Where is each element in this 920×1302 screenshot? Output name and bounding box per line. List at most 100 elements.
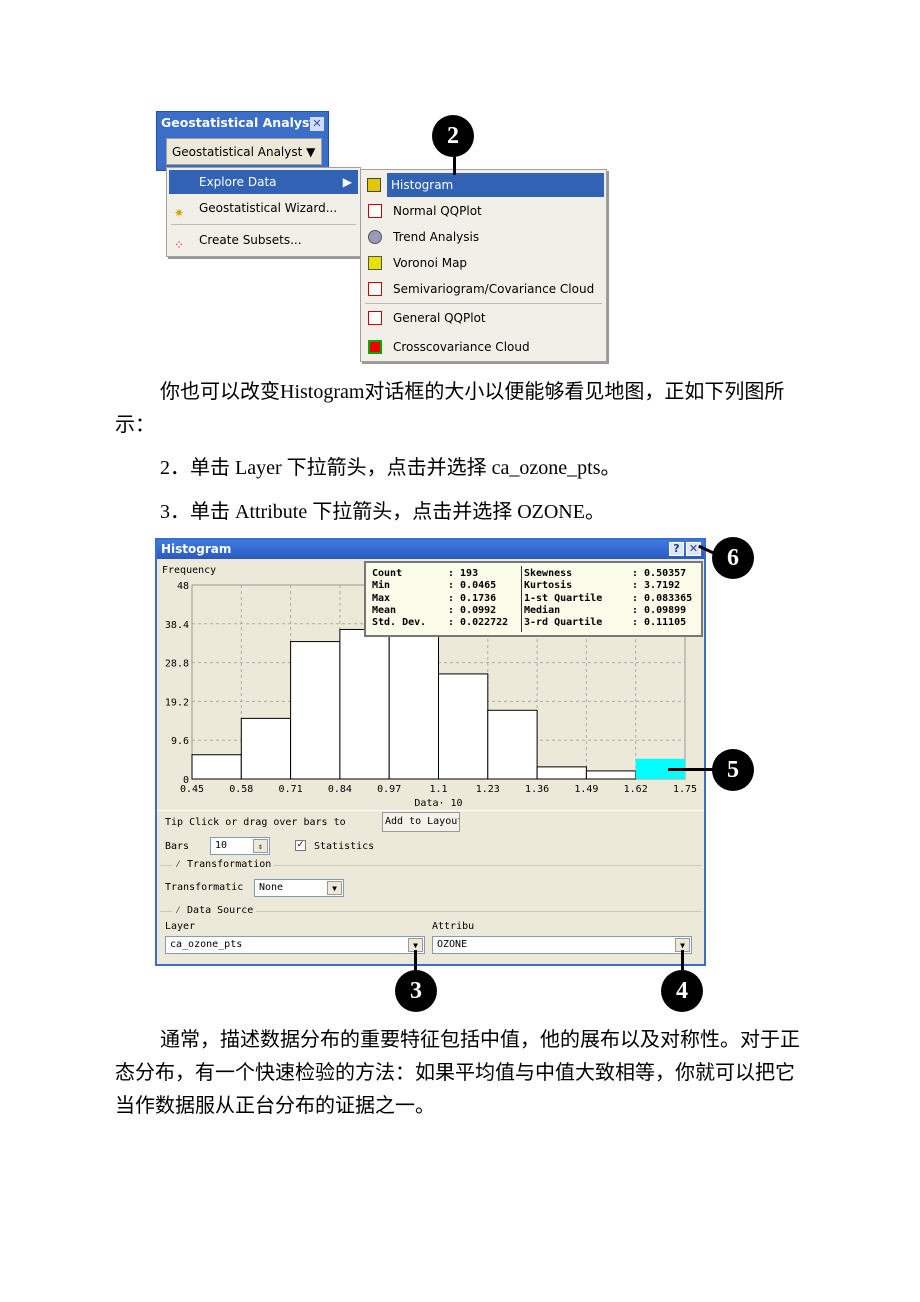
- analyst-menu: Explore Data ▶ ✷ Geostatistical Wizard... …: [166, 167, 361, 257]
- histogram-dialog: Histogram ? ✕ Frequency 0 9.6 19.2 28.8 38.4…: [155, 538, 706, 966]
- statistics-checkbox[interactable]: ✓: [295, 840, 306, 851]
- crosscovariance-icon: [368, 340, 382, 354]
- dropdown-label: Geostatistical Analyst: [172, 145, 303, 159]
- transformation-group-label: ⁄ Transformation: [172, 859, 275, 871]
- menu-separator: [365, 303, 602, 304]
- x-tick-label: 1.1: [429, 784, 447, 795]
- submenu-item-histogram[interactable]: Histogram: [387, 173, 604, 197]
- y-tick-label: 9.6: [171, 736, 189, 747]
- histogram-bar[interactable]: [240, 717, 292, 780]
- data-source-group-label: ⁄ Data Source: [172, 905, 257, 917]
- paragraph-1: 你也可以改变Histogram对话框的大小以便能够看见地图，正如下列图所示：: [115, 381, 785, 436]
- explore-data-submenu: Histogram Normal QQPlot Trend Analysis V…: [360, 169, 607, 362]
- bars-value: 10: [215, 840, 228, 851]
- wizard-icon: ✷: [174, 206, 185, 220]
- stat-value: : 0.09899: [632, 604, 687, 616]
- geostatistical-analyst-dropdown[interactable]: Geostatistical Analyst ▼: [166, 138, 322, 165]
- submenu-item-trend-analysis[interactable]: Trend Analysis: [363, 225, 604, 249]
- submenu-item-semivariogram[interactable]: Semivariogram/Covariance Cloud: [363, 277, 604, 301]
- stat-row: Min: 0.0465: [372, 580, 508, 592]
- stat-value: : 193: [448, 568, 479, 579]
- layer-select[interactable]: ca_ozone_pts ▼: [165, 936, 425, 954]
- submenu-item-label: Trend Analysis: [393, 230, 480, 244]
- submenu-item-label: Crosscovariance Cloud: [393, 340, 530, 354]
- callout-3: 3: [395, 970, 437, 1012]
- histogram-bar[interactable]: [339, 628, 390, 780]
- menu-item-explore-data[interactable]: Explore Data ▶: [169, 170, 358, 194]
- close-icon[interactable]: ✕: [310, 117, 324, 131]
- stat-label: Count: [372, 568, 403, 579]
- attribute-select[interactable]: OZONE ▼: [432, 936, 692, 954]
- submenu-item-normal-qqplot[interactable]: Normal QQPlot: [363, 199, 604, 223]
- stat-row: 1-st Quartile: 0.083365: [524, 593, 692, 605]
- statistics-label: Statistics: [314, 841, 375, 852]
- menu-item-geostatistical-wizard[interactable]: ✷ Geostatistical Wizard...: [169, 196, 358, 220]
- stat-value: : 0.0992: [448, 604, 497, 616]
- stat-row: Median : 0.09899: [524, 605, 692, 617]
- toolbar-title: Geostatistical Analyst: [161, 115, 316, 130]
- dialog-title: Histogram: [157, 540, 704, 559]
- callout-2: 2: [432, 115, 474, 157]
- stat-row: 3-rd Quartile : 0.11105: [524, 617, 692, 629]
- statistics-divider: [521, 566, 522, 632]
- stat-row: Max: 0.1736: [372, 593, 508, 605]
- subsets-icon: ⁘: [174, 238, 185, 252]
- semivariogram-icon: [368, 282, 382, 296]
- stat-label: Median: [524, 604, 561, 616]
- x-tick-label: 0.84: [328, 784, 352, 795]
- stat-row: Std. Dev.: 0.022722: [372, 617, 508, 629]
- statistics-right-column: Skewness : 0.50357 Kurtosis: 3.7192 1-st Qu…: [524, 568, 692, 629]
- stat-label: Min: [372, 580, 391, 592]
- bars-stepper[interactable]: 10 ⇕: [210, 837, 270, 855]
- menu-item-create-subsets[interactable]: ⁘ Create Subsets...: [169, 228, 358, 252]
- stat-label: 1-st Quartile: [524, 592, 603, 604]
- x-tick-label: 1.36: [525, 784, 549, 795]
- geostatistical-analyst-toolbar: Geostatistical Analyst ✕ Geostatistical …: [156, 111, 329, 171]
- histogram-bar[interactable]: [438, 673, 489, 780]
- stat-value: : 0.50357: [632, 568, 687, 579]
- x-tick-label: 0.45: [180, 784, 204, 795]
- callout-6: 6: [712, 537, 754, 579]
- trend-icon: [368, 230, 382, 244]
- stat-label: Kurtosis: [524, 580, 573, 592]
- submenu-item-crosscovariance-cloud[interactable]: Crosscovariance Cloud: [363, 335, 604, 359]
- caret-down-icon: ▼: [306, 145, 316, 159]
- x-tick-label: 0.97: [377, 784, 401, 795]
- stat-label: 3-rd Quartile: [524, 617, 603, 629]
- x-tick-label: 1.49: [574, 784, 598, 795]
- x-axis-label: Data· 10: [414, 798, 462, 809]
- divider: [157, 810, 704, 811]
- submenu-item-label: General QQPlot: [393, 311, 486, 325]
- histogram-bar[interactable]: [290, 641, 341, 780]
- select-value: ca_ozone_pts: [170, 939, 243, 950]
- add-to-layout-button[interactable]: Add to Layout: [382, 812, 460, 832]
- select-value: OZONE: [437, 939, 468, 950]
- stat-row: Count : 193: [372, 568, 508, 580]
- transformation-select[interactable]: None ▼: [254, 879, 344, 897]
- spin-arrows-icon[interactable]: ⇕: [253, 839, 268, 853]
- submenu-item-label: Histogram: [391, 178, 454, 192]
- menu-item-label: Geostatistical Wizard...: [199, 201, 338, 215]
- help-button[interactable]: ?: [669, 542, 684, 556]
- chevron-down-icon[interactable]: ▼: [327, 881, 342, 895]
- submenu-item-label: Voronoi Map: [393, 256, 468, 270]
- stat-label: Std. Dev.: [372, 617, 427, 629]
- y-tick-label: 19.2: [165, 697, 189, 708]
- histogram-icon: [367, 178, 381, 192]
- paragraph-2: 2．单击 Layer 下拉箭头，点击并选择 ca_ozone_pts。: [160, 457, 621, 479]
- stat-value: : 0.11105: [632, 617, 687, 629]
- callout-leader-line: [668, 768, 716, 771]
- histogram-bar[interactable]: [191, 754, 242, 780]
- x-tick-label: 0.58: [229, 784, 253, 795]
- voronoi-icon: [368, 256, 382, 270]
- histogram-bar[interactable]: [585, 770, 637, 780]
- histogram-bar[interactable]: [487, 709, 538, 780]
- submenu-item-voronoi-map[interactable]: Voronoi Map: [363, 251, 604, 275]
- callout-4: 4: [661, 970, 703, 1012]
- histogram-bar[interactable]: [536, 766, 587, 780]
- chevron-right-icon: ▶: [342, 175, 352, 189]
- stat-row: Kurtosis: 3.7192: [524, 580, 692, 592]
- stat-label: Skewness: [524, 568, 573, 579]
- stat-label: Max: [372, 592, 391, 604]
- submenu-item-general-qqplot[interactable]: General QQPlot: [363, 306, 604, 330]
